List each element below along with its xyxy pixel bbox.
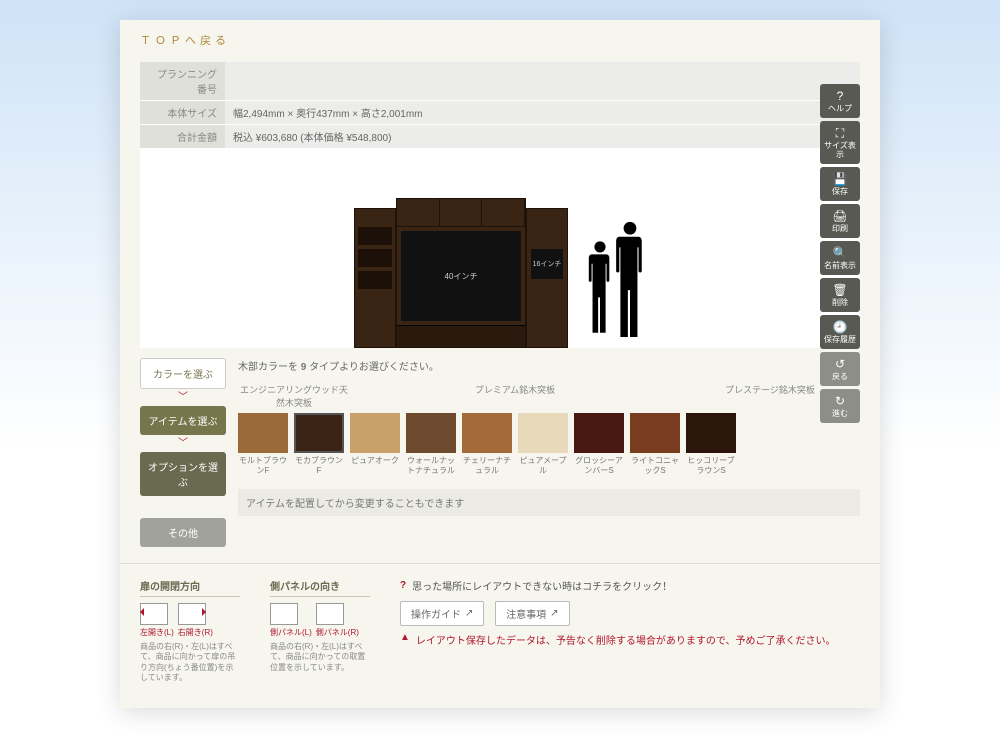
delete-button[interactable]: 🗑削除 bbox=[820, 278, 860, 312]
swatch-chip bbox=[518, 413, 568, 453]
help-button[interactable]: ?ヘルプ bbox=[820, 84, 860, 118]
chevron-down-icon: ﹀ bbox=[178, 395, 188, 400]
warning-icon: ▲ bbox=[400, 632, 410, 647]
redo-button[interactable]: ↻進む bbox=[820, 389, 860, 423]
step-other-button[interactable]: その他 bbox=[140, 518, 226, 547]
trash-icon: 🗑 bbox=[822, 284, 858, 297]
step-column: カラーを選ぶ ﹀ アイテムを選ぶ ﹀ オプションを選ぶ その他 bbox=[140, 358, 226, 547]
external-icon: ↗ bbox=[550, 608, 558, 619]
color-swatch[interactable]: チェリーナチュラル bbox=[462, 413, 512, 475]
summary-value bbox=[225, 62, 860, 100]
color-swatch[interactable]: ピュアオーク bbox=[350, 413, 400, 475]
save-icon: 💾 bbox=[822, 173, 858, 186]
legend-panel-direction: 側パネルの向き 側パネル(L) 側パネル(R) 商品の右(R)・左(L)はすべて… bbox=[270, 578, 370, 684]
swatch-note: アイテムを配置してから変更することもできます bbox=[238, 489, 860, 516]
undo-button[interactable]: ↺戻る bbox=[820, 352, 860, 386]
guide-button[interactable]: 操作ガイド↗ bbox=[400, 601, 484, 626]
chevron-down-icon: ﹀ bbox=[178, 441, 188, 446]
swatch-label: ピュアオーク bbox=[350, 456, 400, 466]
color-swatch[interactable]: ライトコニャックS bbox=[630, 413, 680, 475]
summary-label: プランニング番号 bbox=[140, 62, 225, 100]
history-icon: 🕘 bbox=[822, 321, 858, 334]
swatch-chip bbox=[462, 413, 512, 453]
legend-door-direction: 扉の開閉方向 左開き(L) 右開き(R) 商品の右(R)・左(L)はすべて、商品… bbox=[140, 578, 240, 684]
swatch-chip bbox=[238, 413, 288, 453]
layout-canvas[interactable]: 40インチ 16インチ bbox=[140, 148, 860, 348]
side-toolbar: ?ヘルプ ⛶サイズ表示 💾保存 🖨印刷 🔍名前表示 🗑削除 🕘保存履歴 ↺戻る … bbox=[820, 84, 860, 423]
step-item-button[interactable]: アイテムを選ぶ bbox=[140, 406, 226, 435]
save-button[interactable]: 💾保存 bbox=[820, 167, 860, 201]
undo-icon: ↺ bbox=[822, 358, 858, 371]
name-display-button[interactable]: 🔍名前表示 bbox=[820, 241, 860, 275]
color-swatch[interactable]: モルトブラウンF bbox=[238, 413, 288, 475]
print-button[interactable]: 🖨印刷 bbox=[820, 204, 860, 238]
swatch-label: ライトコニャックS bbox=[630, 456, 680, 475]
color-swatch[interactable]: ピュアメープル bbox=[518, 413, 568, 475]
notes-button[interactable]: 注意事項↗ bbox=[495, 601, 569, 626]
help-text: 思った場所にレイアウトできない時はコチラをクリック！ bbox=[412, 578, 672, 593]
summary-value: 税込 ¥603,680 (本体価格 ¥548,800) bbox=[225, 125, 860, 148]
search-icon: 🔍 bbox=[822, 247, 858, 260]
swatch-label: ヒッコリーブラウンS bbox=[686, 456, 736, 475]
swatch-chip bbox=[686, 413, 736, 453]
color-swatch[interactable]: ヒッコリーブラウンS bbox=[686, 413, 736, 475]
swatch-label: モカブラウンF bbox=[294, 456, 344, 475]
step-option-button[interactable]: オプションを選ぶ bbox=[140, 452, 226, 496]
furniture-group: 40インチ 16インチ bbox=[354, 198, 568, 348]
summary-label: 合計金額 bbox=[140, 125, 225, 148]
tv-main: 40インチ bbox=[401, 231, 521, 321]
size-display-button[interactable]: ⛶サイズ表示 bbox=[820, 121, 860, 164]
swatch-chip bbox=[294, 413, 344, 453]
swatch-label: グロッシーアンバーS bbox=[574, 456, 624, 475]
question-icon: ? bbox=[822, 90, 858, 103]
warning-text: レイアウト保存したデータは、予告なく削除する場合がありますので、予めご了承くださ… bbox=[416, 632, 836, 647]
redo-icon: ↻ bbox=[822, 395, 858, 408]
history-button[interactable]: 🕘保存履歴 bbox=[820, 315, 860, 349]
summary-value: 幅2,494mm × 奥行437mm × 高さ2,001mm bbox=[225, 101, 860, 124]
step-color-button[interactable]: カラーを選ぶ bbox=[140, 358, 226, 389]
swatch-chip bbox=[350, 413, 400, 453]
swatch-group-labels: エンジニアリングウッド天然木突板 プレミアム銘木突板 プレステージ銘木突板 bbox=[238, 383, 860, 409]
swatch-label: ウォールナットナチュラル bbox=[406, 456, 456, 475]
swatch-label: モルトブラウンF bbox=[238, 456, 288, 475]
help-column: ? 思った場所にレイアウトできない時はコチラをクリック！ 操作ガイド↗ 注意事項… bbox=[400, 578, 860, 684]
cabinet-center[interactable]: 40インチ bbox=[396, 198, 526, 348]
top-link[interactable]: ＴＯＰへ戻る bbox=[120, 20, 880, 56]
tv-small: 16インチ bbox=[531, 249, 563, 279]
swatch-panel: 木部カラーを 9 タイプよりお選びください。 エンジニアリングウッド天然木突板 … bbox=[238, 358, 860, 547]
swatch-label: ピュアメープル bbox=[518, 456, 568, 475]
swatch-heading: 木部カラーを 9 タイプよりお選びください。 bbox=[238, 358, 860, 373]
swatch-chip bbox=[574, 413, 624, 453]
scale-silhouettes bbox=[586, 213, 646, 348]
cabinet-right[interactable]: 16インチ bbox=[526, 208, 568, 348]
question-icon: ? bbox=[400, 580, 406, 591]
print-icon: 🖨 bbox=[822, 210, 858, 223]
color-swatch[interactable]: グロッシーアンバーS bbox=[574, 413, 624, 475]
summary-label: 本体サイズ bbox=[140, 101, 225, 124]
swatch-label: チェリーナチュラル bbox=[462, 456, 512, 475]
swatch-chip bbox=[406, 413, 456, 453]
color-swatch[interactable]: ウォールナットナチュラル bbox=[406, 413, 456, 475]
swatch-chip bbox=[630, 413, 680, 453]
summary-table: プランニング番号 本体サイズ 幅2,494mm × 奥行437mm × 高さ2,… bbox=[140, 62, 860, 148]
cabinet-left[interactable] bbox=[354, 208, 396, 348]
external-icon: ↗ bbox=[465, 608, 473, 619]
color-swatch[interactable]: モカブラウンF bbox=[294, 413, 344, 475]
expand-icon: ⛶ bbox=[822, 127, 858, 140]
